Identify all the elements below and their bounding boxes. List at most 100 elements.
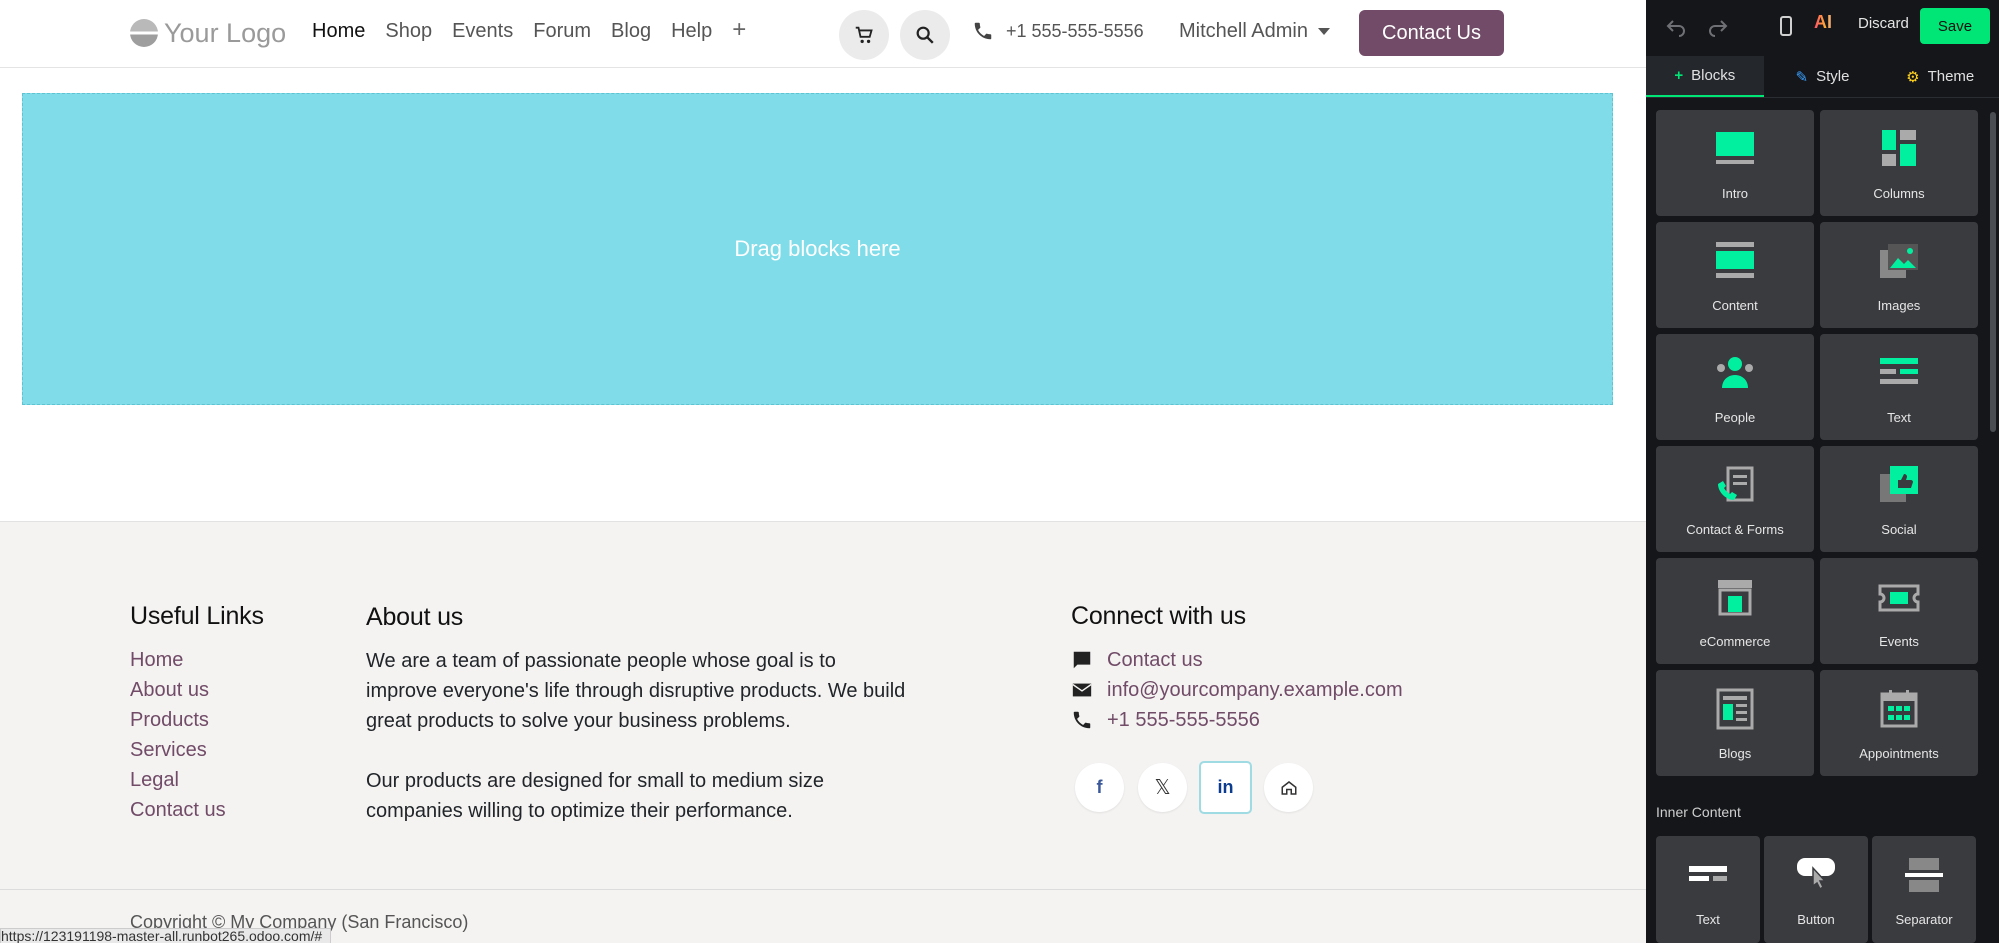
phone-icon [1073,711,1091,729]
text-icon [1880,358,1918,384]
home-button[interactable] [1264,763,1313,812]
envelope-icon [1072,683,1092,697]
pencil-icon: ✎ [1795,68,1809,86]
status-bar-url: https://123191198-master-all.runbot265.o… [0,928,332,943]
menu-item-events[interactable]: Events [452,20,513,43]
x-twitter-button[interactable]: 𝕏 [1138,763,1187,812]
connect-contact-text: Contact us [1107,649,1203,671]
user-menu[interactable]: Mitchell Admin [1179,20,1330,43]
menu-item-help[interactable]: Help [671,20,712,43]
inner-content-grid: Text Button Separator [1656,836,1976,943]
contact-us-button[interactable]: Contact Us [1359,10,1504,56]
connect-column: Connect with us Contact us info@yourcomp… [1071,602,1403,814]
discard-button[interactable]: Discard [1858,15,1909,32]
site-header: Your Logo Home Shop Events Forum Blog He… [0,0,1646,68]
footer-link-legal[interactable]: Legal [130,765,264,795]
panel-scrollbar[interactable] [1990,112,1996,432]
inner-block-separator-label: Separator [1895,912,1953,927]
footer-link-contact[interactable]: Contact us [130,795,264,825]
inner-block-text-label: Text [1696,912,1720,927]
footer-link-products[interactable]: Products [130,705,264,735]
gear-icon: ⚙ [1906,68,1920,86]
block-blogs[interactable]: Blogs [1656,670,1814,776]
connect-contact-link[interactable]: Contact us [1071,645,1403,675]
block-columns-label: Columns [1873,186,1925,201]
editor-panel: AI Discard Save + Blocks ✎ Style ⚙ Theme… [1646,0,1999,943]
columns-icon [1882,130,1916,166]
drop-zone-label: Drag blocks here [734,236,901,261]
footer-link-about[interactable]: About us [130,675,264,705]
block-content-label: Content [1712,298,1758,313]
drop-zone[interactable]: Drag blocks here [22,93,1613,405]
connect-phone-link[interactable]: +1 555-555-5556 [1071,705,1403,735]
ecommerce-icon [1718,580,1752,616]
facebook-icon: f [1096,777,1103,797]
site-logo[interactable]: Your Logo [130,16,286,50]
intro-icon [1716,132,1754,164]
block-people[interactable]: People [1656,334,1814,440]
mobile-preview-icon[interactable] [1774,14,1798,38]
menu-item-forum[interactable]: Forum [533,20,591,43]
useful-links-column: Useful Links Home About us Products Serv… [130,602,264,825]
block-content[interactable]: Content [1656,222,1814,328]
cart-icon [855,26,873,44]
block-images-label: Images [1877,298,1921,313]
home-icon [1281,780,1296,795]
about-column: About us We are a team of passionate peo… [366,602,906,826]
header-phone[interactable]: +1 555-555-5556 [972,20,1144,42]
caret-down-icon [1317,28,1330,35]
redo-icon[interactable] [1706,14,1730,38]
inner-text-icon [1689,866,1727,881]
add-menu-item-button[interactable]: + [732,18,746,43]
block-social-label: Social [1881,522,1917,537]
search-button[interactable] [900,10,950,60]
tab-theme[interactable]: ⚙ Theme [1881,56,1999,97]
tab-blocks-label: Blocks [1691,67,1736,84]
block-text-label: Text [1887,410,1911,425]
tab-style[interactable]: ✎ Style [1764,56,1882,97]
block-contact-forms-label: Contact & Forms [1686,522,1784,537]
connect-email-link[interactable]: info@yourcompany.example.com [1071,675,1403,705]
inner-block-separator[interactable]: Separator [1872,836,1976,943]
linkedin-button[interactable]: in [1199,761,1252,814]
ai-icon[interactable]: AI [1814,12,1838,36]
undo-icon[interactable] [1664,14,1688,38]
chat-icon [1073,651,1091,669]
editor-toolbar: AI Discard Save [1646,0,1999,52]
block-contact-forms[interactable]: Contact & Forms [1656,446,1814,552]
cart-button[interactable] [839,10,889,60]
block-ecommerce[interactable]: eCommerce [1656,558,1814,664]
facebook-button[interactable]: f [1075,763,1124,812]
website-canvas: Your Logo Home Shop Events Forum Blog He… [0,0,1646,943]
contact-forms-icon [1718,466,1754,502]
block-columns[interactable]: Columns [1820,110,1978,216]
images-icon [1880,244,1918,278]
connect-phone-text: +1 555-555-5556 [1107,709,1260,731]
connect-title: Connect with us [1071,602,1246,630]
logo-text: Your Logo [164,17,287,48]
block-appointments[interactable]: Appointments [1820,670,1978,776]
block-text[interactable]: Text [1820,334,1978,440]
phone-icon [974,22,992,40]
tab-blocks[interactable]: + Blocks [1646,56,1764,97]
footer-divider [0,889,1646,890]
linkedin-icon: in [1217,777,1234,797]
block-social[interactable]: Social [1820,446,1978,552]
inner-block-text[interactable]: Text [1656,836,1760,943]
block-events[interactable]: Events [1820,558,1978,664]
social-icon [1880,466,1918,502]
button-icon [1797,858,1835,891]
footer-link-home[interactable]: Home [130,645,264,675]
blogs-icon [1716,688,1754,730]
social-links: f 𝕏 in [1075,761,1403,814]
menu-item-shop[interactable]: Shop [385,20,432,43]
inner-block-button[interactable]: Button [1764,836,1868,943]
footer-link-services[interactable]: Services [130,735,264,765]
menu-item-home[interactable]: Home [312,20,365,43]
save-button[interactable]: Save [1920,8,1990,44]
block-images[interactable]: Images [1820,222,1978,328]
block-intro[interactable]: Intro [1656,110,1814,216]
menu-item-blog[interactable]: Blog [611,20,651,43]
user-name: Mitchell Admin [1179,20,1308,42]
about-paragraph-1: We are a team of passionate people whose… [366,650,906,732]
